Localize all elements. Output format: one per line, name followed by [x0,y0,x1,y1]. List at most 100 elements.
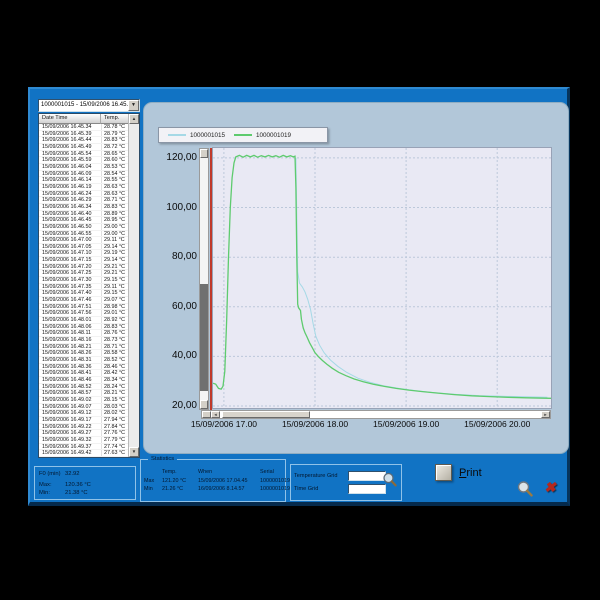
table-row[interactable]: 15/09/2006 16.48.4128.42 °C [39,370,129,377]
table-row[interactable]: 15/09/2006 16.49.3227.79 °C [39,437,129,444]
f0-label: F0 (min) [39,470,65,478]
table-row[interactable]: 15/09/2006 16.48.3628.46 °C [39,364,129,371]
table-row[interactable]: 15/09/2006 16.49.3727.74 °C [39,444,129,451]
stats-min-serial: 1000001019 [260,485,286,494]
table-row[interactable]: 15/09/2006 16.48.2628.58 °C [39,350,129,357]
min-label: Min: [39,489,65,497]
f0-panel: F0 (min)32.92 Max:120.36 °C Min:21.38 °C [34,466,136,500]
chart-vertical-scrollbar[interactable] [199,148,209,410]
stats-min-when: 16/09/2006 8.14.57 [198,485,260,494]
screen-background: 1000001015 - 15/09/2006 16.45.34 ▼ Date … [0,0,600,600]
table-row[interactable]: 15/09/2006 16.49.0728.03 °C [39,404,129,411]
stats-col-serial: Serial [260,468,286,477]
time-grid-input[interactable] [348,484,386,494]
table-row[interactable]: 15/09/2006 16.46.4528.95 °C [39,217,129,224]
table-row[interactable]: 15/09/2006 16.49.1727.94 °C [39,417,129,424]
table-row[interactable]: 15/09/2006 16.45.5928.60 °C [39,157,129,164]
temperature-grid-input[interactable] [348,471,386,481]
table-row[interactable]: 15/09/2006 16.48.5228.24 °C [39,384,129,391]
print-button[interactable]: Print [435,464,482,481]
table-row[interactable]: 15/09/2006 16.49.4227.63 °C [39,450,129,457]
y-axis: 20,0040,0060,0080,00100,00120,00 [144,103,197,433]
table-row[interactable]: 15/09/2006 16.46.0428.53 °C [39,164,129,171]
table-row[interactable]: 15/09/2006 16.46.5029.00 °C [39,224,129,231]
table-row[interactable]: 15/09/2006 16.46.2928.71 °C [39,197,129,204]
table-row[interactable]: 15/09/2006 16.48.4628.34 °C [39,377,129,384]
readings-table: Date Time Temp. 15/09/2006 16.45.3428.78… [38,113,140,458]
table-row[interactable]: 15/09/2006 16.47.4629.07 °C [39,297,129,304]
y-axis-tick: 80,00 [144,251,197,262]
table-row[interactable]: 15/09/2006 16.48.1128.76 °C [39,330,129,337]
table-row[interactable]: 15/09/2006 16.49.2727.76 °C [39,430,129,437]
table-row[interactable]: 15/09/2006 16.47.4029.15 °C [39,290,129,297]
horizontal-scroll-thumb[interactable] [222,411,310,418]
table-row[interactable]: 15/09/2006 16.47.1029.19 °C [39,250,129,257]
table-row[interactable]: 15/09/2006 16.47.0529.14 °C [39,244,129,251]
table-row[interactable]: 15/09/2006 16.47.3529.11 °C [39,284,129,291]
scroll-right-icon[interactable]: ► [541,411,550,418]
close-button[interactable]: ✖ [540,477,560,497]
table-row[interactable]: 15/09/2006 16.45.4928.72 °C [39,144,129,151]
table-row[interactable]: 15/09/2006 16.49.0228.15 °C [39,397,129,404]
y-axis-tick: 120,00 [144,152,197,163]
stats-max-label: Max [144,477,162,486]
readings-table-body: 15/09/2006 16.45.3428.78 °C15/09/2006 16… [39,124,129,457]
column-header-datetime[interactable]: Date Time [39,114,101,124]
table-row[interactable]: 15/09/2006 16.46.1928.63 °C [39,184,129,191]
table-row[interactable]: 15/09/2006 16.48.0128.92 °C [39,317,129,324]
scroll-top-button[interactable] [200,149,208,158]
table-row[interactable]: 15/09/2006 16.46.0928.54 °C [39,171,129,178]
stats-max-when: 15/09/2006 17.04.45 [198,477,260,486]
scroll-left-icon[interactable]: ◄ [211,411,220,418]
max-label: Max: [39,481,65,489]
table-row[interactable]: 15/09/2006 16.49.1228.02 °C [39,410,129,417]
chart-panel: 1000001015 1000001019 20,0040,0060,0080,… [143,102,569,454]
table-row[interactable]: 15/09/2006 16.47.3029.15 °C [39,277,129,284]
f0-value: 32.92 [65,470,80,478]
table-row[interactable]: 15/09/2006 16.47.1529.14 °C [39,257,129,264]
table-row[interactable]: 15/09/2006 16.48.1628.73 °C [39,337,129,344]
stats-col-when: When [198,468,260,477]
stats-min-temp: 21.26 °C [162,485,198,494]
stats-min-label: Min [144,485,162,494]
table-row[interactable]: 15/09/2006 16.45.3928.79 °C [39,131,129,138]
table-row[interactable]: 15/09/2006 16.45.3428.78 °C [39,124,129,131]
x-axis-tick: 15/09/2006 18.00 [270,419,360,429]
grid-controls-panel: Temperature Grid Time Grid [290,464,402,501]
chart-horizontal-scrollbar[interactable]: ◄ ► [201,410,551,419]
scroll-bottom-button[interactable] [200,400,208,409]
temperature-grid-label: Temperature Grid [294,473,348,479]
table-row[interactable]: 15/09/2006 16.47.2529.21 °C [39,270,129,277]
table-row[interactable]: 15/09/2006 16.46.1428.55 °C [39,177,129,184]
table-row[interactable]: 15/09/2006 16.48.2128.71 °C [39,344,129,351]
chevron-down-icon[interactable]: ▼ [128,100,139,111]
temperature-chart [213,148,551,408]
table-row[interactable]: 15/09/2006 16.47.5128.98 °C [39,304,129,311]
table-row[interactable]: 15/09/2006 16.46.3428.83 °C [39,204,129,211]
scroll-corner-button[interactable] [202,411,211,418]
table-row[interactable]: 15/09/2006 16.46.4028.89 °C [39,211,129,218]
table-row[interactable]: 15/09/2006 16.48.0628.83 °C [39,324,129,331]
legend-item: 1000001019 [234,132,291,139]
print-label: Print [459,467,482,479]
table-scrollbar[interactable]: ▲ ▼ [128,114,139,457]
table-row[interactable]: 15/09/2006 16.47.5629.01 °C [39,310,129,317]
table-row[interactable]: 15/09/2006 16.46.5529.00 °C [39,231,129,238]
x-axis-tick: 15/09/2006 17.00 [179,419,269,429]
vertical-scroll-thumb[interactable] [200,284,208,391]
table-row[interactable]: 15/09/2006 16.47.2029.21 °C [39,264,129,271]
scroll-down-icon[interactable]: ▼ [129,447,139,457]
scroll-up-icon[interactable]: ▲ [129,114,139,124]
table-row[interactable]: 15/09/2006 16.49.2227.84 °C [39,424,129,431]
apply-grid-button[interactable] [382,472,398,488]
table-row[interactable]: 15/09/2006 16.48.5728.21 °C [39,390,129,397]
table-row[interactable]: 15/09/2006 16.47.0029.11 °C [39,237,129,244]
table-row[interactable]: 15/09/2006 16.45.5428.65 °C [39,151,129,158]
zoom-button[interactable] [516,480,534,498]
x-axis-tick: 15/09/2006 19.00 [361,419,451,429]
table-row[interactable]: 15/09/2006 16.46.2428.63 °C [39,191,129,198]
dataset-selector[interactable]: 1000001015 - 15/09/2006 16.45.34 ▼ [38,99,140,112]
table-row[interactable]: 15/09/2006 16.45.4428.83 °C [39,137,129,144]
y-axis-tick: 40,00 [144,350,197,361]
table-row[interactable]: 15/09/2006 16.48.3128.52 °C [39,357,129,364]
